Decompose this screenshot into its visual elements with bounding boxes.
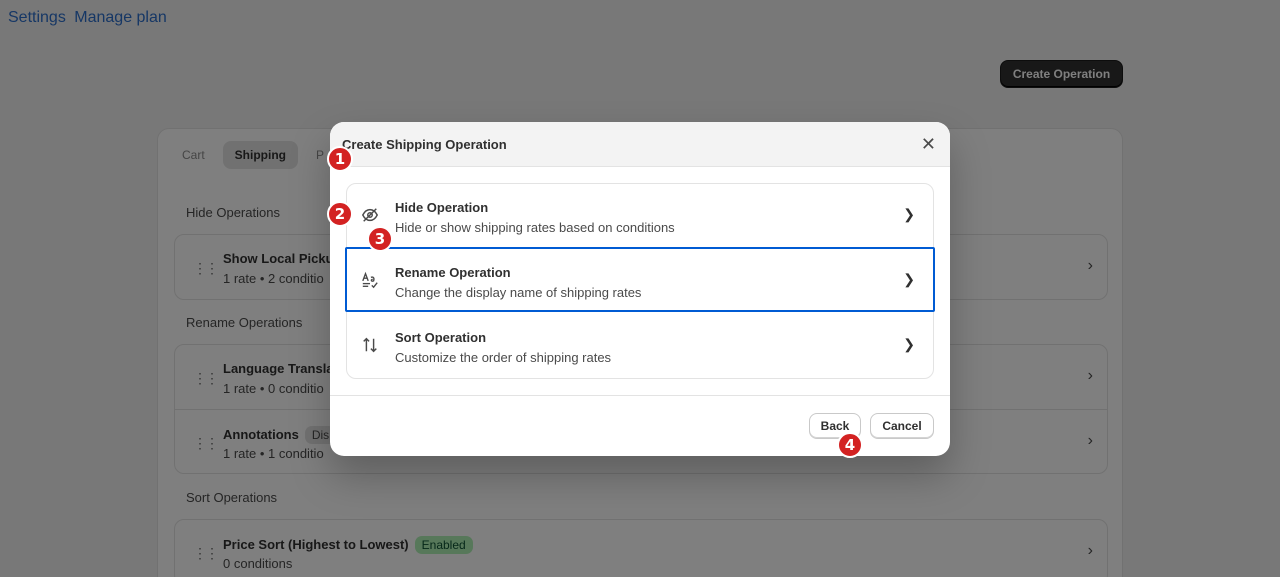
modal-header: Create Shipping Operation ✕ (330, 122, 950, 167)
marker-badge: 1 (327, 146, 353, 172)
option-rename-operation[interactable]: Rename Operation Change the display name… (345, 247, 935, 312)
modal-footer-divider (330, 395, 950, 396)
option-title: Sort Operation (395, 330, 487, 345)
text-rename-icon (362, 271, 378, 289)
option-sort-operation[interactable]: Sort Operation Customize the order of sh… (347, 314, 933, 379)
option-hide-operation[interactable]: Hide Operation Hide or show shipping rat… (347, 184, 933, 249)
option-description: Hide or show shipping rates based on con… (395, 220, 675, 235)
close-icon[interactable]: ✕ (921, 134, 936, 155)
chevron-right-icon: ❯ (903, 336, 915, 352)
chevron-right-icon: ❯ (903, 271, 915, 287)
sort-arrows-icon (363, 337, 377, 353)
modal-title: Create Shipping Operation (342, 137, 507, 152)
marker-badge: 3 (367, 226, 393, 252)
marker-badge: 2 (327, 201, 353, 227)
marker-badge: 4 (837, 432, 863, 458)
chevron-right-icon: ❯ (903, 206, 915, 222)
operation-options: Hide Operation Hide or show shipping rat… (345, 183, 935, 379)
option-description: Customize the order of shipping rates (395, 350, 612, 365)
option-title: Hide Operation (395, 200, 489, 215)
cancel-button[interactable]: Cancel (870, 413, 934, 439)
option-description: Change the display name of shipping rate… (395, 285, 642, 300)
eye-off-icon (361, 208, 379, 222)
option-title: Rename Operation (395, 265, 511, 280)
create-shipping-operation-modal: Create Shipping Operation ✕ Hide Operati… (330, 122, 950, 456)
